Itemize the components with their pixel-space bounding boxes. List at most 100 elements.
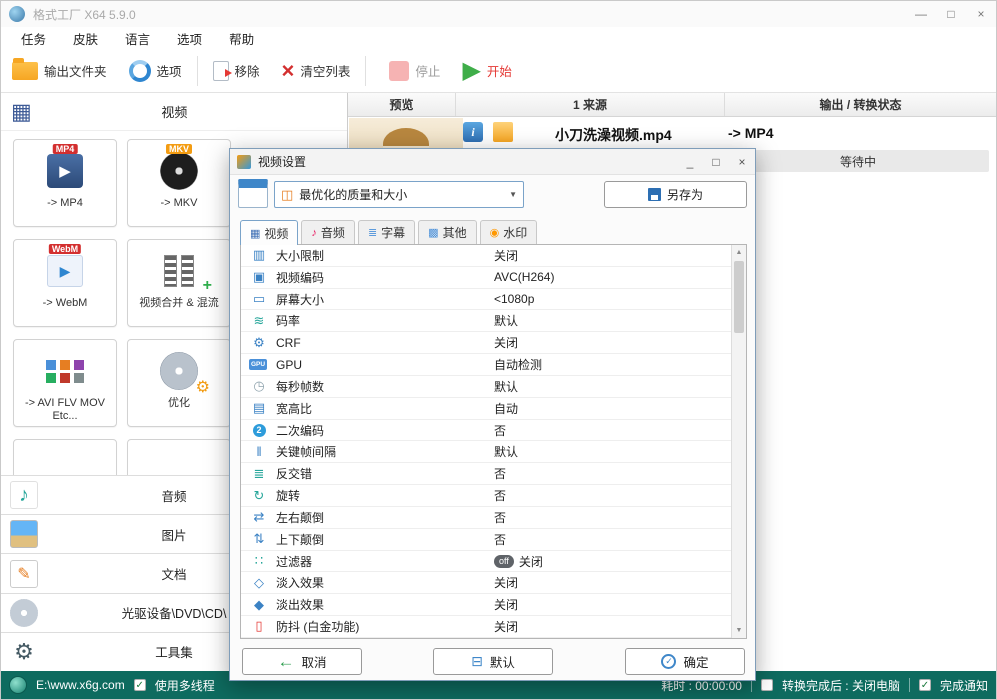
tile-mkv[interactable]: MKV -> MKV: [127, 139, 231, 227]
dialog-maximize-button[interactable]: □: [703, 152, 729, 172]
tile-video-merge[interactable]: + 视频合并 & 混流: [127, 239, 231, 327]
setting-label: 反交错: [276, 467, 313, 482]
tile-optimize[interactable]: ⚙ 优化: [127, 339, 231, 427]
filter-off-toggle[interactable]: off: [494, 554, 514, 568]
dialog-close-button[interactable]: ×: [729, 152, 755, 172]
subtitle-lines-icon: ≣: [367, 227, 378, 239]
close-button[interactable]: ×: [966, 2, 996, 26]
cancel-button[interactable]: ← 取消: [242, 648, 362, 675]
tile-partial[interactable]: [13, 439, 117, 475]
setting-value: 否: [494, 423, 507, 438]
setting-value: 否: [494, 467, 507, 482]
scroll-down-icon[interactable]: ▼: [732, 623, 746, 638]
setting-value: 关闭: [494, 576, 519, 591]
mp4-format-icon: ▶: [47, 154, 83, 188]
notify-label[interactable]: 完成通知: [940, 677, 988, 694]
fps-clock-icon: ◷: [253, 378, 265, 394]
setting-bitrate[interactable]: ≋ 码率 默认: [241, 310, 731, 333]
setting-crf[interactable]: ⚙ CRF 关闭: [241, 332, 731, 355]
open-folder-icon[interactable]: [493, 122, 513, 142]
floppy-icon: [647, 188, 661, 201]
setting-video-encoder[interactable]: ▣ 视频编码 AVC(H264): [241, 267, 731, 289]
setting-flip-horizontal[interactable]: ⇄ 左右颠倒 否: [241, 507, 731, 529]
settings-list: ▥ 大小限制 关闭 ▣ 视频编码 AVC(H264) ▭ 屏幕大小 <1080p…: [241, 245, 731, 638]
options-label: 选项: [156, 65, 182, 79]
setting-fade-in[interactable]: ◇ 淡入效果 关闭: [241, 572, 731, 595]
aspect-ratio-icon: ▤: [252, 400, 266, 416]
disc-icon: [10, 598, 38, 627]
clear-list-button[interactable]: × 清空列表: [271, 52, 362, 90]
maximize-button[interactable]: □: [936, 2, 966, 26]
tab-other[interactable]: ▩ 其他: [418, 220, 477, 244]
start-button[interactable]: ▶ 开始: [451, 52, 522, 90]
setting-keyframe-interval[interactable]: ‖ 关键帧间隔 默认: [241, 441, 731, 464]
info-icon[interactable]: i: [463, 122, 483, 142]
tab-label: 字幕: [381, 226, 406, 240]
setting-label: 码率: [276, 314, 301, 329]
tile-mp4[interactable]: MP4 ▶ -> MP4: [13, 139, 117, 227]
tile-webm[interactable]: WebM ▶ -> WebM: [13, 239, 117, 327]
column-output-status[interactable]: 输出 / 转换状态: [725, 93, 996, 116]
column-preview[interactable]: 预览: [348, 93, 456, 116]
film-icon: ▦: [250, 227, 261, 240]
column-source[interactable]: 1 来源: [456, 93, 725, 116]
dialog-minimize-button[interactable]: _: [677, 152, 703, 172]
ok-button[interactable]: ✓ 确定: [625, 648, 745, 675]
setting-deinterlace[interactable]: ≣ 反交错 否: [241, 463, 731, 486]
menu-language[interactable]: 语言: [125, 29, 150, 48]
scrollbar-thumb[interactable]: [734, 261, 744, 333]
video-section-header[interactable]: ▦ 视频: [1, 93, 347, 131]
shutdown-after-checkbox[interactable]: [760, 679, 773, 691]
stop-button[interactable]: 停止: [378, 52, 451, 90]
tab-audio[interactable]: ♪ 音频: [301, 220, 355, 244]
tile-caption: -> MKV: [160, 197, 198, 209]
menu-skin[interactable]: 皮肤: [73, 29, 98, 48]
cancel-label: 取消: [301, 656, 327, 670]
tile-partial[interactable]: [127, 439, 231, 475]
setting-two-pass[interactable]: 2 二次编码 否: [241, 420, 731, 442]
setting-gpu[interactable]: GPU GPU 自动检测: [241, 354, 731, 376]
menu-tasks[interactable]: 任务: [21, 29, 46, 48]
setting-fps[interactable]: ◷ 每秒帧数 默认: [241, 376, 731, 398]
setting-rotate[interactable]: ↻ 旋转 否: [241, 485, 731, 507]
setting-stabilize[interactable]: ▯ 防抖 (白金功能) 关闭: [241, 616, 731, 638]
setting-size-limit[interactable]: ▥ 大小限制 关闭: [241, 245, 731, 267]
menu-options[interactable]: 选项: [177, 29, 202, 48]
settings-scrollbar[interactable]: ▲ ▼: [731, 245, 746, 638]
tile-avi-flv-mov[interactable]: -> AVI FLV MOV Etc...: [13, 339, 117, 427]
save-as-button[interactable]: 另存为: [604, 181, 747, 208]
shutdown-after-label[interactable]: 转换完成后 : 关闭电脑: [782, 677, 900, 694]
setting-fade-out[interactable]: ◆ 淡出效果 关闭: [241, 594, 731, 617]
mkv-badge: MKV: [166, 144, 192, 154]
setting-filter[interactable]: ∷ 过滤器 off 关闭: [241, 551, 731, 573]
multithread-label[interactable]: 使用多线程: [155, 677, 215, 694]
remove-label: 移除: [234, 65, 260, 79]
minimize-button[interactable]: —: [906, 2, 936, 26]
tab-video[interactable]: ▦ 视频: [240, 220, 299, 245]
film-strip-icon: [164, 255, 177, 287]
tab-watermark[interactable]: ◉ 水印: [479, 220, 538, 244]
default-button[interactable]: ⊟ 默认: [433, 648, 553, 675]
setting-flip-vertical[interactable]: ⇅ 上下颠倒 否: [241, 529, 731, 551]
multithread-checkbox[interactable]: ✓: [133, 679, 146, 691]
menu-help[interactable]: 帮助: [229, 29, 254, 48]
setting-value: <1080p: [494, 292, 535, 307]
setting-value: 关闭: [494, 619, 519, 634]
setting-screen-size[interactable]: ▭ 屏幕大小 <1080p: [241, 289, 731, 311]
remove-button[interactable]: 移除: [202, 52, 271, 90]
tab-subtitle[interactable]: ≣ 字幕: [357, 220, 416, 244]
dialog-app-icon: [237, 154, 251, 169]
music-note-icon: ♪: [311, 226, 317, 239]
setting-label: 每秒帧数: [276, 379, 325, 394]
stop-label: 停止: [415, 65, 441, 79]
menu-bar: 任务 皮肤 语言 选项 帮助: [1, 27, 996, 49]
quality-profile-dropdown[interactable]: ◫ 最优化的质量和大小 ▼: [274, 181, 524, 208]
dialog-title-bar[interactable]: 视频设置 _ □ ×: [230, 149, 755, 175]
setting-aspect-ratio[interactable]: ▤ 宽高比 自动: [241, 398, 731, 420]
notify-checkbox[interactable]: ✓: [918, 679, 931, 691]
setting-value: 否: [494, 532, 507, 547]
merge-plus-icon: +: [202, 277, 212, 294]
output-folder-button[interactable]: 输出文件夹: [1, 52, 118, 90]
options-button[interactable]: 选项: [118, 52, 193, 90]
scroll-up-icon[interactable]: ▲: [732, 245, 746, 260]
